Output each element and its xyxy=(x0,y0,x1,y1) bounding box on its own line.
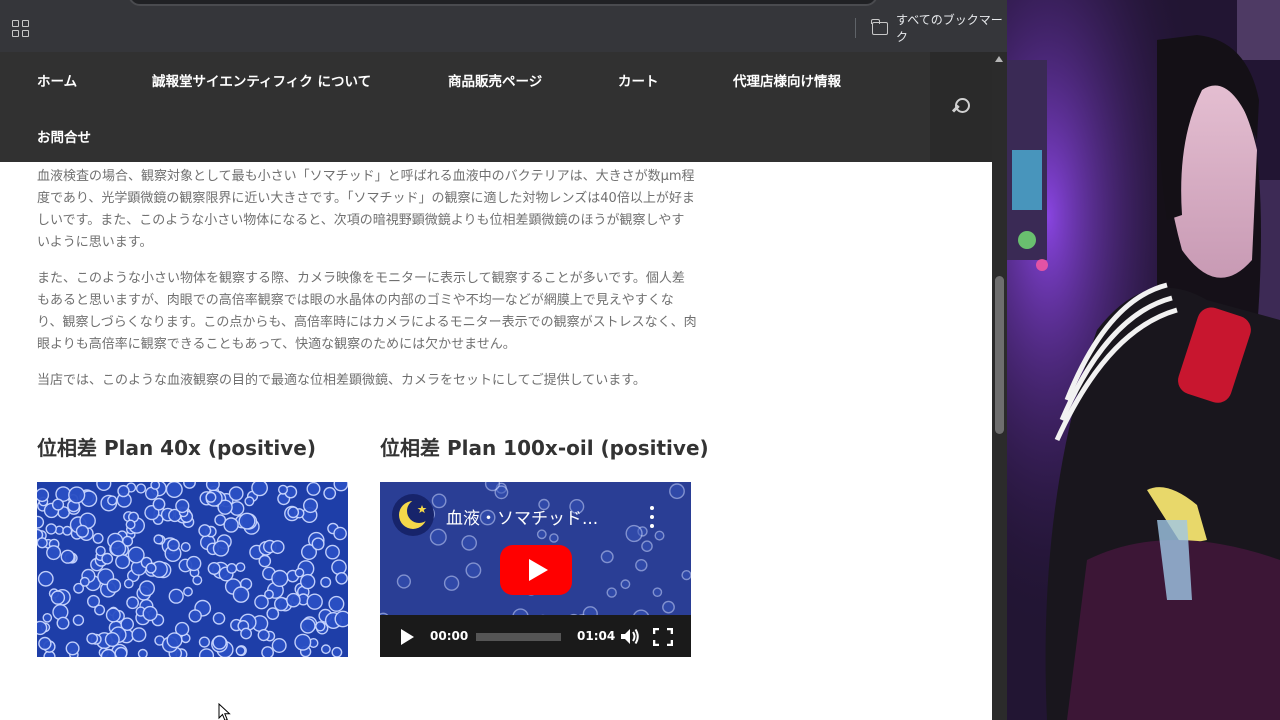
heading-plan-100x-oil: 位相差 Plan 100x-oil (positive) xyxy=(380,436,709,460)
fullscreen-icon[interactable] xyxy=(653,628,673,646)
streamer-webcam-image xyxy=(1007,0,1280,720)
browser-window: すべてのブックマーク ホーム 誠報堂サイエンティフィク について 商品販売ページ… xyxy=(0,0,1007,720)
nav-item-shop[interactable]: 商品販売ページ xyxy=(448,70,542,90)
nav-item-cart[interactable]: カート xyxy=(618,70,659,90)
article-body: 血液検査の場合、観察対象として最も小さい「ソマチッド」と呼ばれる血液中のバクテリ… xyxy=(37,162,697,392)
address-bar[interactable] xyxy=(128,0,878,6)
video-controls: 00:00 01:04 xyxy=(380,615,691,657)
page-scrollbar[interactable] xyxy=(992,52,1007,720)
youtube-play-button[interactable] xyxy=(500,545,572,595)
current-time: 00:00 xyxy=(430,629,469,643)
more-options-icon[interactable] xyxy=(648,506,656,528)
article-paragraph: 当店では、このような血液観察の目的で最適な位相差顕微鏡、カメラをセットにしてご提… xyxy=(37,373,646,388)
all-bookmarks-button[interactable]: すべてのブックマーク xyxy=(871,13,1007,44)
moon-logo-icon xyxy=(399,499,431,529)
site-navigation: ホーム 誠報堂サイエンティフィク について 商品販売ページ カート 代理店様向け… xyxy=(0,52,992,162)
play-icon[interactable] xyxy=(401,629,414,645)
scroll-up-arrow-icon[interactable] xyxy=(995,56,1003,62)
seek-bar[interactable] xyxy=(476,633,561,641)
all-bookmarks-label: すべてのブックマーク xyxy=(896,13,1003,44)
volume-icon[interactable] xyxy=(620,628,640,645)
duration: 01:04 xyxy=(577,629,616,643)
youtube-video-embed[interactable]: 血液・ソマチッド... 00:00 01:04 xyxy=(380,482,691,657)
bookmarks-bar: すべてのブックマーク xyxy=(0,0,1007,52)
video-title[interactable]: 血液・ソマチッド... xyxy=(446,504,598,529)
folder-icon xyxy=(871,18,889,35)
nav-item-contact[interactable]: お問合せ xyxy=(37,126,91,146)
bookmarks-divider xyxy=(855,18,856,38)
phase-contrast-image xyxy=(37,482,348,657)
search-icon xyxy=(952,98,970,116)
nav-item-dealers[interactable]: 代理店様向け情報 xyxy=(733,70,841,90)
webcam-overlay xyxy=(1007,0,1280,720)
nav-item-home[interactable]: ホーム xyxy=(37,70,77,90)
article-paragraph: 血液検査の場合、観察対象として最も小さい「ソマチッド」と呼ばれる血液中のバクテリ… xyxy=(37,169,695,250)
apps-grid-icon[interactable] xyxy=(12,20,29,37)
scrollbar-thumb[interactable] xyxy=(995,276,1004,434)
mouse-cursor-icon xyxy=(218,703,231,720)
nav-item-about[interactable]: 誠報堂サイエンティフィク について xyxy=(152,70,371,90)
channel-avatar[interactable] xyxy=(392,494,434,536)
search-button[interactable] xyxy=(930,52,992,162)
article-paragraph: また、このような小さい物体を観察する際、カメラ映像をモニターに表示して観察するこ… xyxy=(37,271,697,352)
heading-plan-40x: 位相差 Plan 40x (positive) xyxy=(37,436,316,460)
